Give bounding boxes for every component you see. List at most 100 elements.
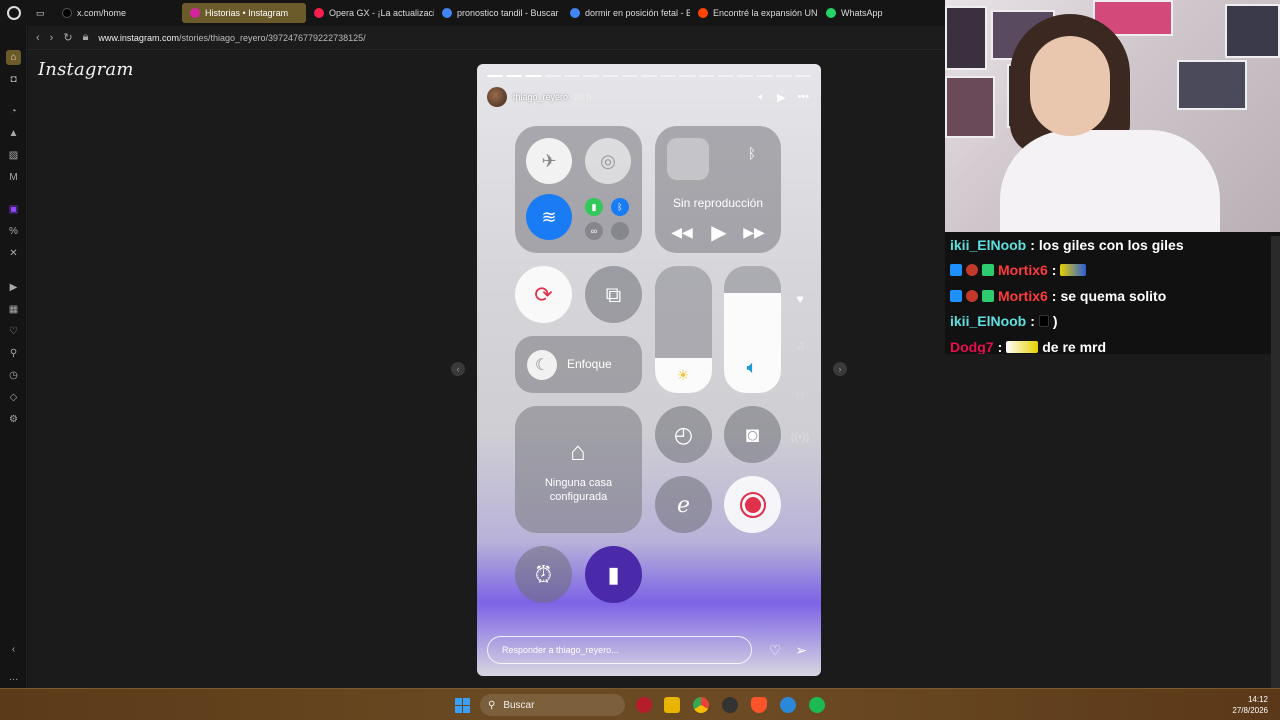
chat-username: ikii_ElNoob [950,236,1027,253]
bluetooth-icon[interactable]: ᛒ [611,198,629,216]
home-tile[interactable]: ⌂ Ninguna casa configurada [515,406,642,533]
taskbar-search[interactable]: ⚲ Buscar [480,694,625,716]
story-frame[interactable]: thiago_reyero 20 h 🔈︎ ▶ ••• ✈ ◎ ≋ ▮ ᛒ ∞ … [477,64,821,676]
spotify-icon[interactable] [809,697,825,713]
send-icon[interactable]: ➢ [795,642,807,659]
rotation-lock-icon[interactable]: ⟳ [515,266,572,323]
sidebar-more-icon[interactable]: … [6,670,21,685]
wifi-icon[interactable]: ≋ [526,194,572,240]
alarm-icon[interactable]: ⏰︎ [515,546,572,603]
mute-icon[interactable]: 🔈︎ [758,91,765,104]
opera-sidebar: ⌂ ◘ ◔ ▲ ▨ M ▣ % ✕ ▶ ▦ ♡ ⚲ ◷ ◇ ⚙ ‹ … [0,26,27,688]
sidebar-collapse-icon[interactable]: ‹ [6,642,21,657]
tab-opera-gx[interactable]: Opera GX - ¡La actualizació [306,3,434,23]
speaker-bluetooth-icon: 🔈︎ [746,356,758,377]
hearing-icon[interactable]: ℯ [655,476,712,533]
cellular-icon[interactable]: ▮ [585,198,603,216]
airplane-icon[interactable]: ✈ [526,138,572,184]
story-prev-icon[interactable]: ‹ [451,362,465,376]
story-next-icon[interactable]: › [833,362,847,376]
sidebar-x-icon[interactable]: ✕ [6,246,21,261]
heart-icon: ♥ [796,292,804,306]
badge-icon [966,289,978,302]
story-time: 20 h [574,92,592,102]
tab-switcher-icon[interactable]: ▭ [28,3,54,23]
airplay-bluetooth-icon[interactable]: ᛒ [739,140,765,166]
back-icon[interactable]: ‹ [36,32,40,44]
more-options-icon[interactable]: ••• [797,91,809,103]
volume-slider[interactable]: 🔈︎ [724,266,781,393]
avatar[interactable] [487,87,507,107]
focus-tile[interactable]: ☾ Enfoque [515,336,642,393]
sidebar-twitch-icon[interactable]: ▣ [6,202,21,217]
tab-dormir[interactable]: dormir en posición fetal - B [562,3,690,23]
tab-reddit[interactable]: Encontré la expansión UNC [690,3,818,23]
stream-chat: ikii_ElNoob: los giles con los giles Mor… [945,232,1280,355]
story-progress-segment [621,75,638,77]
windows-start-icon[interactable] [455,698,470,713]
sidebar-percent-icon[interactable]: % [6,224,21,239]
link-icon[interactable]: ∞ [585,222,603,240]
screen-record-icon[interactable] [724,476,781,533]
emote-icon [1006,340,1039,353]
story-progress-segment [602,75,619,77]
reply-input[interactable]: Responder a thiago_reyero... [487,636,752,664]
sidebar-controller-icon[interactable]: ◘ [6,72,21,87]
sidebar-m-icon[interactable]: M [6,170,21,185]
tab-x[interactable]: x.com/home [54,3,182,23]
like-icon[interactable]: ♡ [769,642,782,659]
file-explorer-icon[interactable] [664,697,680,713]
moon-icon: ☾ [527,350,557,380]
play-icon[interactable]: ▶ [777,91,785,104]
play-pause-icon[interactable]: ▶ [705,218,733,246]
edge-icon[interactable] [780,697,796,713]
sidebar-player-icon[interactable]: ▶ [6,280,21,295]
opera-logo-icon[interactable] [0,0,28,26]
badge-icon [982,289,994,302]
brave-icon[interactable] [751,697,767,713]
reload-icon[interactable]: ↻ [63,31,72,44]
timer-icon[interactable]: ◴ [655,406,712,463]
sidebar-speed-icon[interactable]: ◔ [6,104,21,119]
focus-dot-icon[interactable] [611,222,629,240]
sun-icon: ☀ [676,366,690,383]
tab-instagram[interactable]: Historias • Instagram [182,3,306,23]
badge-icon [966,264,978,277]
browser-tab-bar: ▭ x.com/home Historias • Instagram Opera… [0,0,945,26]
sidebar-grid-icon[interactable]: ▦ [6,302,21,317]
camera-icon[interactable]: ◙ [724,406,781,463]
page-scrollbar[interactable] [1271,236,1280,688]
rewind-icon[interactable]: ◀◀ [669,222,695,242]
fast-forward-icon[interactable]: ▶▶ [741,222,767,242]
story-username[interactable]: thiago_reyero [513,92,568,102]
url-field[interactable]: www.instagram.com/stories/thiago_reyero/… [98,33,365,43]
chrome-icon[interactable] [693,697,709,713]
now-playing-tile[interactable]: ᛒ Sin reproducción ◀◀ ▶ ▶▶ [655,126,781,253]
sidebar-home-icon[interactable]: ⌂ [6,50,21,65]
instagram-logo[interactable]: Instagram [38,59,134,80]
streamer-face [1030,36,1110,136]
sidebar-hat-icon[interactable]: ▲ [6,126,21,141]
screen-mirroring-icon[interactable]: ⧉ [585,266,642,323]
badge-icon [950,289,962,302]
sidebar-heart-icon[interactable]: ♡ [6,324,21,339]
airdrop-icon[interactable]: ◎ [585,138,631,184]
tab-whatsapp[interactable]: WhatsApp [818,3,918,23]
story-header: thiago_reyero 20 h 🔈︎ ▶ ••• [487,86,809,108]
sidebar-stripes-icon[interactable]: ▨ [6,148,21,163]
chat-message: ikii_ElNoob: ) [950,313,1058,330]
brightness-slider[interactable]: ☀ [655,266,712,393]
tab-pronostico[interactable]: pronostico tandil - Buscar [434,3,562,23]
forward-icon[interactable]: › [50,32,54,44]
sidebar-pin-icon[interactable]: ⚲ [6,346,21,361]
sidebar-cube-icon[interactable]: ◇ [6,390,21,405]
flashlight-icon[interactable]: ▮ [585,546,642,603]
opera-gx-taskbar-icon[interactable] [636,697,652,713]
chat-username: Mortix6 [998,262,1048,279]
system-clock[interactable]: 14:12 27/8/2026 [1232,694,1268,716]
lock-icon: 🔒︎ [82,31,89,43]
sidebar-settings-icon[interactable]: ⚙ [6,412,21,427]
obs-icon[interactable] [722,697,738,713]
chat-username: Mortix6 [998,287,1048,304]
sidebar-history-icon[interactable]: ◷ [6,368,21,383]
